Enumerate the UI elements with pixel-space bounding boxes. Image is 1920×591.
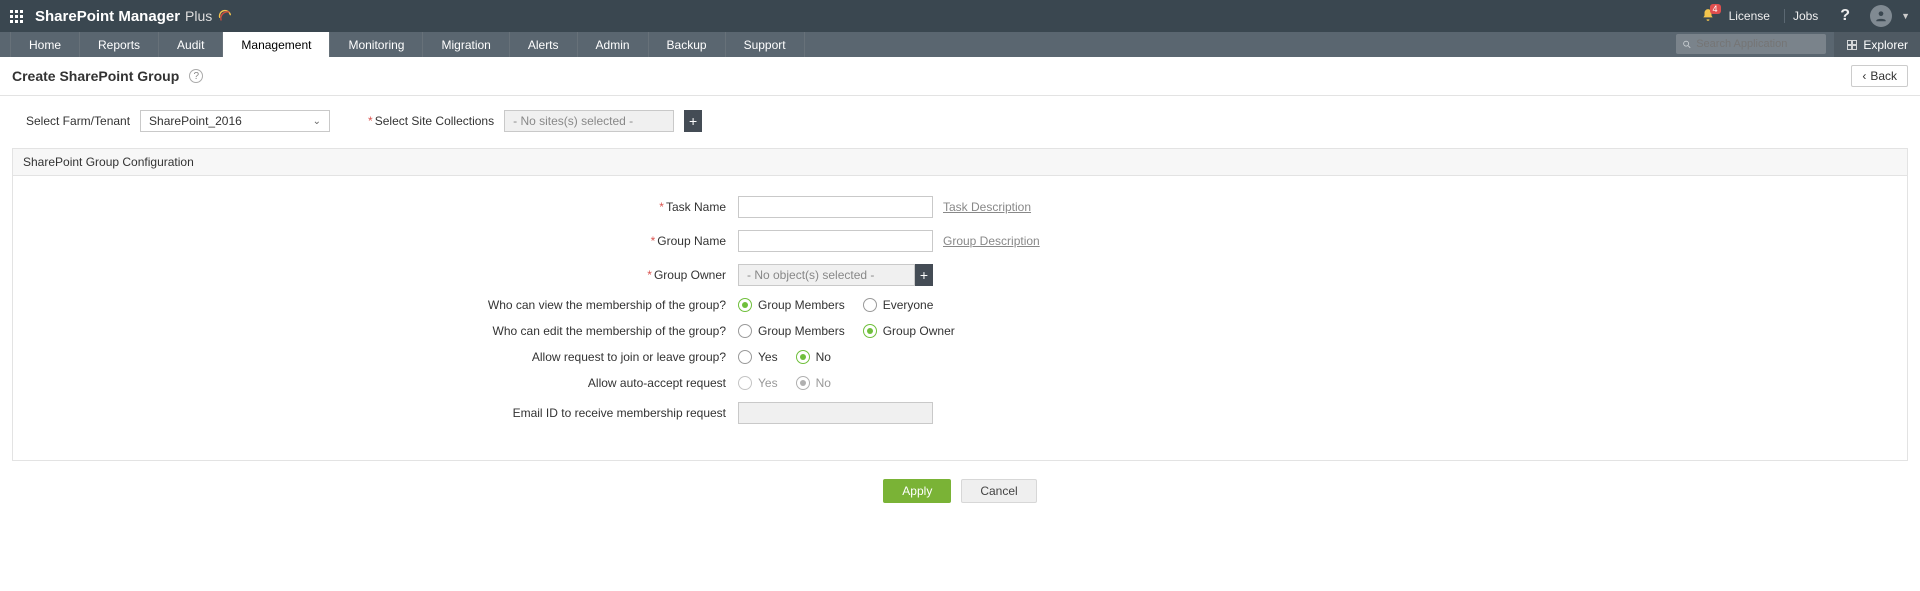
tab-audit[interactable]: Audit bbox=[159, 32, 223, 57]
tab-home[interactable]: Home bbox=[10, 32, 80, 57]
view-membership-label: Who can view the membership of the group… bbox=[23, 298, 738, 312]
page-title: Create SharePoint Group bbox=[12, 68, 179, 84]
user-menu-caret-icon: ▼ bbox=[1901, 11, 1910, 21]
tab-support[interactable]: Support bbox=[726, 32, 805, 57]
action-buttons: Apply Cancel bbox=[0, 473, 1920, 515]
group-name-label: Group Name bbox=[657, 234, 726, 248]
auto-accept-label: Allow auto-accept request bbox=[23, 376, 738, 390]
group-name-input[interactable] bbox=[738, 230, 933, 252]
tab-backup[interactable]: Backup bbox=[649, 32, 726, 57]
back-label: Back bbox=[1870, 69, 1897, 83]
sites-dropdown[interactable]: - No sites(s) selected - bbox=[504, 110, 674, 132]
auto-accept-no-radio: No bbox=[796, 376, 831, 390]
notification-badge: 4 bbox=[1710, 4, 1721, 14]
tab-admin[interactable]: Admin bbox=[578, 32, 649, 57]
explorer-label: Explorer bbox=[1863, 38, 1908, 52]
sites-label: *Select Site Collections bbox=[368, 114, 494, 128]
allow-request-label: Allow request to join or leave group? bbox=[23, 350, 738, 364]
tab-monitoring[interactable]: Monitoring bbox=[330, 32, 423, 57]
back-arrow-icon: ‹ bbox=[1862, 69, 1866, 83]
explorer-icon bbox=[1846, 39, 1858, 51]
search-icon bbox=[1682, 39, 1692, 50]
view-everyone-radio[interactable]: Everyone bbox=[863, 298, 934, 312]
top-bar: SharePoint Manager Plus 4 License Jobs ?… bbox=[0, 0, 1920, 32]
group-owner-placeholder: - No object(s) selected - bbox=[747, 268, 874, 282]
brand-logo-icon bbox=[217, 8, 233, 24]
allow-request-no-radio[interactable]: No bbox=[796, 350, 831, 364]
page-help-icon[interactable]: ? bbox=[189, 69, 203, 83]
farm-label: Select Farm/Tenant bbox=[26, 114, 130, 128]
farm-value: SharePoint_2016 bbox=[149, 114, 242, 128]
help-icon[interactable]: ? bbox=[1832, 7, 1858, 25]
page-title-row: Create SharePoint Group ? ‹ Back bbox=[0, 57, 1920, 96]
email-input bbox=[738, 402, 933, 424]
view-group-members-radio[interactable]: Group Members bbox=[738, 298, 845, 312]
chevron-down-icon: ⌄ bbox=[313, 116, 321, 127]
main-tabs: Home Reports Audit Management Monitoring… bbox=[10, 32, 805, 57]
edit-group-members-radio[interactable]: Group Members bbox=[738, 324, 845, 338]
license-link[interactable]: License bbox=[1721, 9, 1778, 23]
add-owner-button[interactable]: + bbox=[915, 264, 933, 286]
cancel-button[interactable]: Cancel bbox=[961, 479, 1036, 503]
group-owner-label: Group Owner bbox=[654, 268, 726, 282]
apply-button[interactable]: Apply bbox=[883, 479, 951, 503]
brand-name: SharePoint Manager bbox=[35, 8, 180, 25]
config-panel: SharePoint Group Configuration *Task Nam… bbox=[12, 148, 1908, 461]
tab-alerts[interactable]: Alerts bbox=[510, 32, 578, 57]
farm-dropdown[interactable]: SharePoint_2016 ⌄ bbox=[140, 110, 330, 132]
task-name-label: Task Name bbox=[666, 200, 726, 214]
brand: SharePoint Manager Plus bbox=[35, 8, 233, 25]
auto-accept-yes-radio: Yes bbox=[738, 376, 778, 390]
back-button[interactable]: ‹ Back bbox=[1851, 65, 1908, 87]
search-box[interactable] bbox=[1676, 34, 1826, 54]
edit-group-owner-radio[interactable]: Group Owner bbox=[863, 324, 955, 338]
task-description-link[interactable]: Task Description bbox=[943, 200, 1031, 214]
group-description-link[interactable]: Group Description bbox=[943, 234, 1040, 248]
jobs-link[interactable]: Jobs bbox=[1784, 9, 1826, 23]
add-sites-button[interactable]: + bbox=[684, 110, 702, 132]
config-header: SharePoint Group Configuration bbox=[13, 149, 1907, 176]
explorer-button[interactable]: Explorer bbox=[1834, 32, 1920, 57]
config-body: *Task Name Task Description *Group Name … bbox=[13, 176, 1907, 460]
nav-row: Home Reports Audit Management Monitoring… bbox=[0, 32, 1920, 57]
top-actions: 4 License Jobs ? ▼ bbox=[1701, 5, 1910, 27]
apps-grid-icon[interactable] bbox=[10, 10, 23, 23]
search-input[interactable] bbox=[1696, 38, 1820, 50]
email-label: Email ID to receive membership request bbox=[23, 406, 738, 420]
edit-membership-label: Who can edit the membership of the group… bbox=[23, 324, 738, 338]
task-name-input[interactable] bbox=[738, 196, 933, 218]
user-menu[interactable] bbox=[1870, 5, 1892, 27]
sites-placeholder: - No sites(s) selected - bbox=[513, 114, 633, 128]
tab-reports[interactable]: Reports bbox=[80, 32, 159, 57]
group-owner-dropdown[interactable]: - No object(s) selected - bbox=[738, 264, 915, 286]
tab-migration[interactable]: Migration bbox=[423, 32, 509, 57]
brand-suffix: Plus bbox=[185, 8, 212, 24]
tab-management[interactable]: Management bbox=[223, 32, 330, 57]
filter-row: Select Farm/Tenant SharePoint_2016 ⌄ *Se… bbox=[0, 96, 1920, 148]
allow-request-yes-radio[interactable]: Yes bbox=[738, 350, 778, 364]
notifications-icon[interactable]: 4 bbox=[1701, 8, 1715, 25]
